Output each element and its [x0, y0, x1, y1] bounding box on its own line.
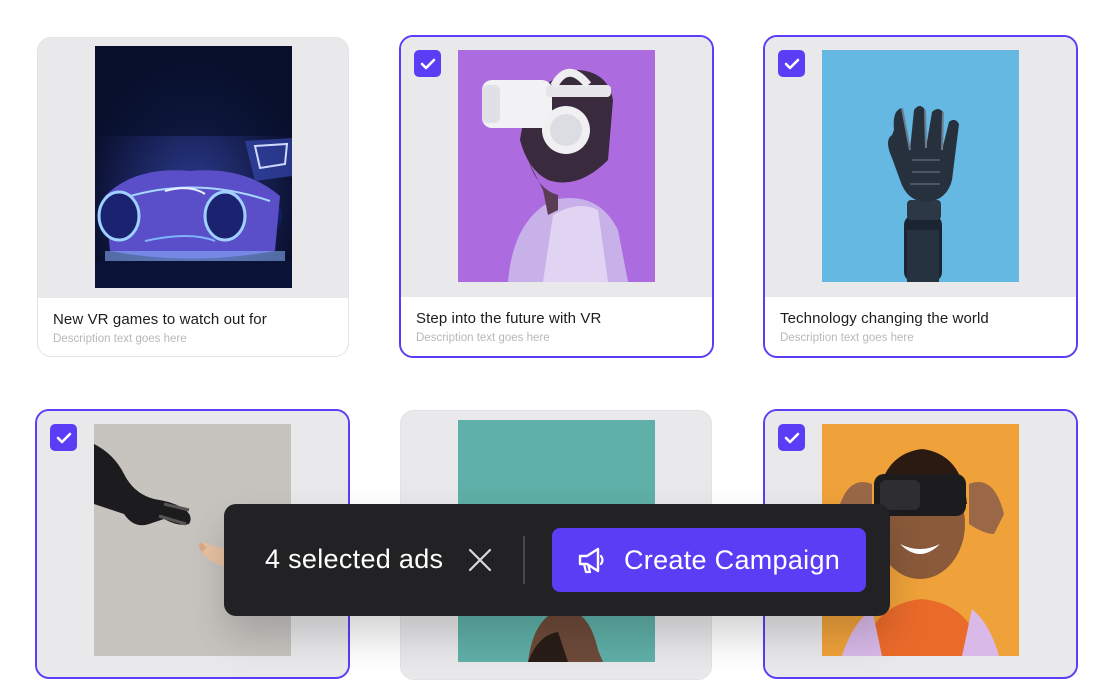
selected-checkbox[interactable]	[50, 424, 77, 451]
checkmark-icon	[784, 58, 799, 69]
checkmark-icon	[784, 432, 799, 443]
checkmark-icon	[56, 432, 71, 443]
ad-thumbnail	[765, 37, 1076, 297]
ad-info: Step into the future with VR Description…	[401, 297, 712, 356]
create-campaign-button[interactable]: Create Campaign	[552, 528, 866, 592]
vr-headset-woman-image	[458, 50, 655, 282]
ad-description: Description text goes here	[416, 332, 550, 344]
ad-title: New VR games to watch out for	[53, 311, 267, 328]
toolbar-divider	[523, 536, 525, 584]
selected-checkbox[interactable]	[778, 424, 805, 451]
ad-title: Step into the future with VR	[416, 310, 602, 327]
ad-info: Technology changing the world Descriptio…	[765, 297, 1076, 356]
ad-thumbnail	[38, 38, 348, 298]
selected-count-label: 4 selected ads	[265, 544, 444, 574]
vr-games-image	[95, 46, 292, 288]
ad-card[interactable]: Step into the future with VR Description…	[399, 35, 714, 358]
selected-checkbox[interactable]	[778, 50, 805, 77]
ad-title: Technology changing the world	[780, 310, 989, 327]
ad-thumbnail	[401, 37, 712, 297]
clear-selection-button[interactable]	[464, 544, 496, 576]
megaphone-icon	[578, 547, 604, 574]
close-icon	[468, 548, 492, 572]
checkmark-icon	[420, 58, 435, 69]
ad-description: Description text goes here	[780, 332, 914, 344]
ad-card[interactable]: New VR games to watch out for Descriptio…	[37, 37, 349, 357]
selection-toolbar: 4 selected ads Create Campaign	[224, 504, 890, 616]
selected-checkbox[interactable]	[414, 50, 441, 77]
create-campaign-label: Create Campaign	[624, 545, 841, 575]
ad-description: Description text goes here	[53, 333, 187, 345]
robotic-hand-image	[822, 50, 1019, 282]
ad-info: New VR games to watch out for Descriptio…	[38, 298, 348, 356]
ad-card[interactable]: Technology changing the world Descriptio…	[763, 35, 1078, 358]
